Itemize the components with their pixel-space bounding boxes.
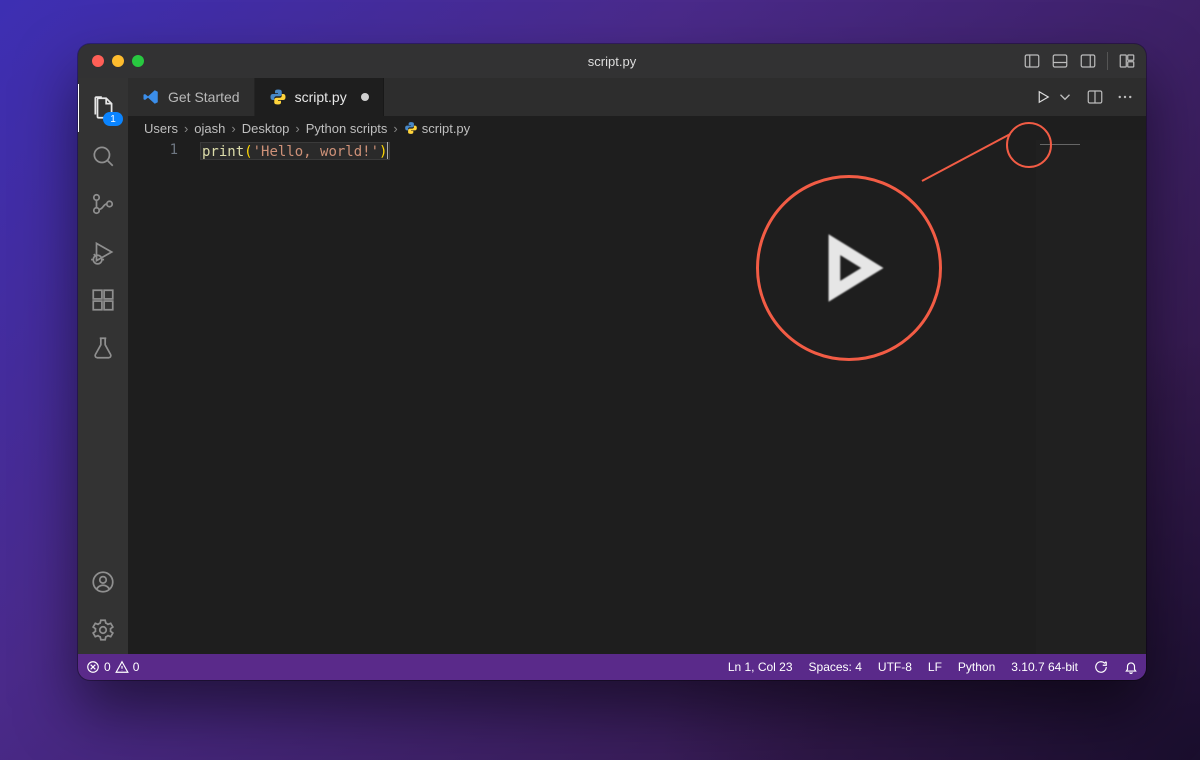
layout-controls xyxy=(1023,52,1136,70)
more-actions-icon[interactable] xyxy=(1116,88,1134,106)
activity-account[interactable] xyxy=(78,558,128,606)
tab-label: script.py xyxy=(295,89,347,105)
split-editor-icon[interactable] xyxy=(1086,88,1104,106)
breadcrumb-segment[interactable]: ojash xyxy=(194,121,225,136)
status-cursor-position[interactable]: Ln 1, Col 23 xyxy=(720,654,801,680)
panel-right-icon[interactable] xyxy=(1079,52,1097,70)
status-problems[interactable]: 0 0 xyxy=(78,654,147,680)
activity-settings[interactable] xyxy=(78,606,128,654)
workbench-body: 1 xyxy=(78,78,1146,654)
breadcrumbs[interactable]: Users › ojash › Desktop › Python scripts › s… xyxy=(128,116,1146,140)
divider xyxy=(1107,52,1108,70)
token-bracket: ) xyxy=(379,144,387,160)
editor-toolbar xyxy=(1034,78,1146,116)
activity-run-debug[interactable] xyxy=(78,228,128,276)
python-file-icon xyxy=(269,88,287,106)
breadcrumb-segment[interactable]: Python scripts xyxy=(306,121,388,136)
code-editor[interactable]: 1 print('Hello, world!') xyxy=(128,140,1146,654)
status-encoding[interactable]: UTF-8 xyxy=(870,654,920,680)
text-cursor xyxy=(387,142,388,159)
layout-customize-icon[interactable] xyxy=(1118,52,1136,70)
status-language[interactable]: Python xyxy=(950,654,1003,680)
chevron-right-icon: › xyxy=(184,121,188,136)
line-number: 1 xyxy=(128,142,178,158)
status-eol[interactable]: LF xyxy=(920,654,950,680)
activity-search[interactable] xyxy=(78,132,128,180)
status-interpreter[interactable]: 3.10.7 64-bit xyxy=(1003,654,1086,680)
activity-source-control[interactable] xyxy=(78,180,128,228)
tab-label: Get Started xyxy=(168,89,240,105)
python-file-icon xyxy=(404,121,418,135)
activity-testing[interactable] xyxy=(78,324,128,372)
explorer-badge: 1 xyxy=(103,112,123,126)
status-notifications[interactable] xyxy=(1116,654,1146,680)
tab-bar: Get Started script.py xyxy=(128,78,1146,116)
chevron-down-icon[interactable] xyxy=(1056,88,1074,106)
window-title: script.py xyxy=(78,54,1146,69)
editor-group: Get Started script.py xyxy=(128,78,1146,654)
activity-extensions[interactable] xyxy=(78,276,128,324)
error-count: 0 xyxy=(104,660,111,674)
breadcrumb-segment[interactable]: Users xyxy=(144,121,178,136)
status-bar: 0 0 Ln 1, Col 23 Spaces: 4 UTF-8 LF Pyth… xyxy=(78,654,1146,680)
activity-explorer[interactable]: 1 xyxy=(78,84,129,132)
panel-bottom-icon[interactable] xyxy=(1051,52,1069,70)
status-feedback[interactable] xyxy=(1086,654,1116,680)
unsaved-indicator-icon xyxy=(361,93,369,101)
chevron-right-icon: › xyxy=(393,121,397,136)
panel-left-icon[interactable] xyxy=(1023,52,1041,70)
line-number-gutter: 1 xyxy=(128,140,192,654)
vscode-window: script.py 1 xyxy=(78,44,1146,680)
tab-script[interactable]: script.py xyxy=(255,78,384,116)
run-button[interactable] xyxy=(1034,88,1052,106)
token-function: print xyxy=(202,144,244,160)
chevron-right-icon: › xyxy=(295,121,299,136)
token-bracket: ( xyxy=(244,144,252,160)
vscode-icon xyxy=(142,88,160,106)
title-bar[interactable]: script.py xyxy=(78,44,1146,78)
tab-get-started[interactable]: Get Started xyxy=(128,78,255,116)
breadcrumb-segment[interactable]: Desktop xyxy=(242,121,290,136)
status-indentation[interactable]: Spaces: 4 xyxy=(801,654,870,680)
token-string: 'Hello, world!' xyxy=(253,144,379,160)
activity-bar: 1 xyxy=(78,78,128,654)
minimap[interactable] xyxy=(1036,140,1146,654)
warning-count: 0 xyxy=(133,660,140,674)
chevron-right-icon: › xyxy=(231,121,235,136)
breadcrumb-file[interactable]: script.py xyxy=(422,121,470,136)
code-content[interactable]: print('Hello, world!') xyxy=(192,140,1146,654)
